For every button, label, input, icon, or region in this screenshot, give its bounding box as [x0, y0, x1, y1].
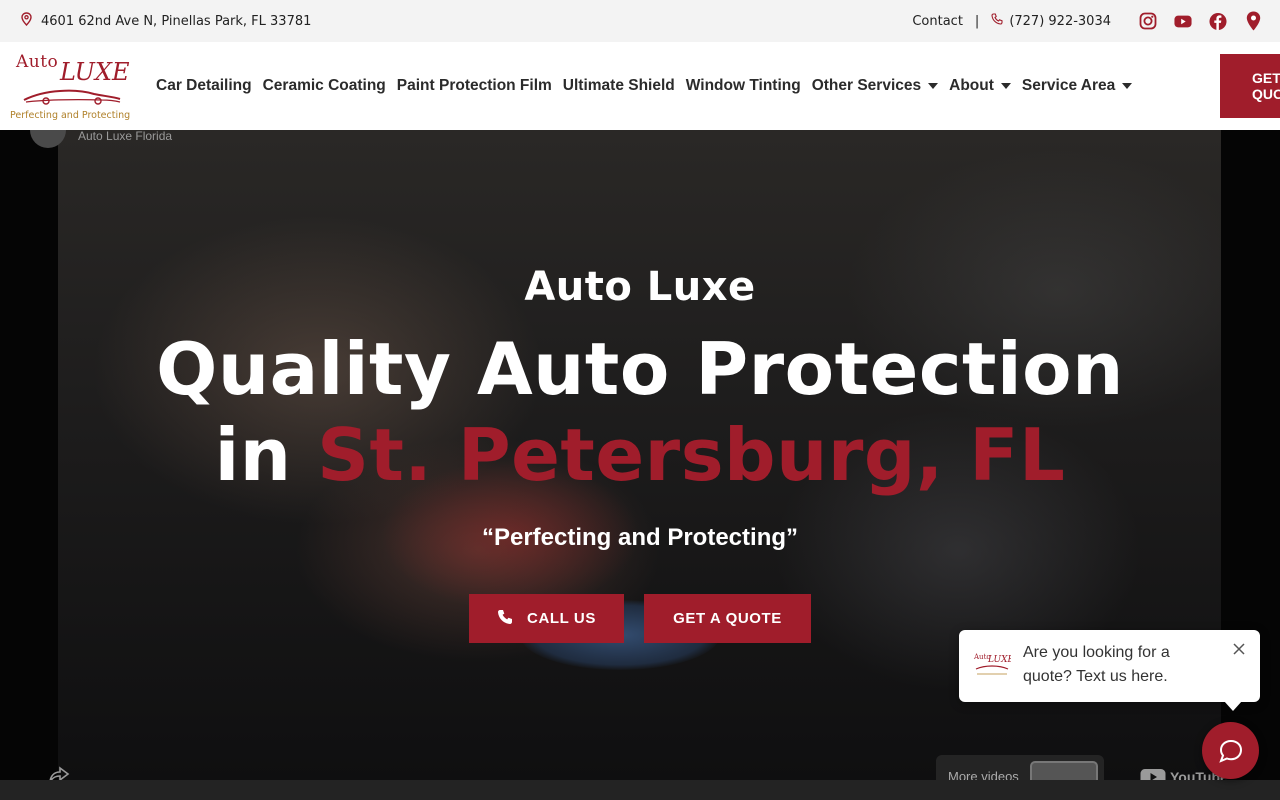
- video-channel-info[interactable]: Auto Luxe Florida: [30, 130, 172, 148]
- nav-item-window-tinting[interactable]: Window Tinting: [686, 77, 801, 95]
- youtube-icon[interactable]: [1174, 12, 1192, 30]
- site-header: Auto LUXE Perfecting and Protecting Car …: [0, 42, 1280, 130]
- phone-icon: [991, 13, 1003, 29]
- cta-line-1: GET: [1252, 70, 1280, 86]
- get-a-quote-button[interactable]: GET A QUOTE: [644, 594, 811, 643]
- bottom-strip: [0, 780, 1280, 800]
- hero-buttons: CALL US GET A QUOTE: [469, 594, 811, 643]
- logo-word-auto: Auto: [16, 52, 59, 72]
- hero-kicker: Auto Luxe: [524, 264, 756, 310]
- close-icon[interactable]: [1232, 642, 1246, 656]
- logo-tagline: Perfecting and Protecting: [10, 110, 131, 121]
- phone-icon: [497, 609, 513, 629]
- more-videos-button[interactable]: More videos: [936, 755, 1104, 780]
- caret-down-icon: [928, 83, 939, 89]
- share-icon[interactable]: [48, 766, 70, 780]
- nav-label: About: [949, 77, 994, 94]
- headline-line-2: in St. Petersburg, FL: [0, 412, 1280, 498]
- social-links: [1139, 11, 1262, 31]
- nav-item-ultimate-shield[interactable]: Ultimate Shield: [563, 77, 675, 95]
- address[interactable]: 4601 62nd Ave N, Pinellas Park, FL 33781: [20, 12, 311, 30]
- instagram-icon[interactable]: [1139, 12, 1157, 30]
- headline-in: in: [214, 413, 292, 497]
- svg-text:LUXE: LUXE: [987, 655, 1011, 665]
- video-thumbnail: [1030, 761, 1098, 780]
- phone-number: (727) 922-3034: [1009, 13, 1111, 29]
- more-videos-label: More videos: [948, 769, 1019, 780]
- chat-popup[interactable]: Auto LUXE Are you looking for a quote? T…: [959, 630, 1260, 711]
- topbar-phone-link[interactable]: (727) 922-3034: [991, 13, 1111, 29]
- hero-tagline: “Perfecting and Protecting”: [481, 524, 799, 551]
- chat-message: Are you looking for a quote? Text us her…: [1023, 644, 1170, 685]
- nav-item-about[interactable]: About: [949, 77, 1011, 95]
- get-a-quote-label: GET A QUOTE: [673, 610, 782, 627]
- nav-label: Ultimate Shield: [562, 77, 675, 94]
- nav-item-service-area[interactable]: Service Area: [1021, 77, 1133, 95]
- top-info-bar: 4601 62nd Ave N, Pinellas Park, FL 33781…: [0, 0, 1280, 42]
- nav-item-ceramic-coating[interactable]: Ceramic Coating: [263, 77, 386, 95]
- cta-line-2: QUO: [1252, 86, 1280, 102]
- location-pin-icon: [20, 12, 33, 30]
- nav-item-other-services[interactable]: Other Services: [811, 77, 939, 95]
- nav-label: Window Tinting: [685, 77, 801, 94]
- channel-name: Auto Luxe Florida: [78, 130, 173, 143]
- call-us-label: CALL US: [527, 610, 596, 627]
- separator: |: [974, 13, 980, 29]
- map-pin-icon[interactable]: [1244, 11, 1262, 31]
- nav-label: Service Area: [1021, 77, 1116, 94]
- nav-label: Other Services: [811, 77, 922, 94]
- header-get-quote-button[interactable]: GET QUO: [1220, 54, 1280, 118]
- headline-location: St. Petersburg, FL: [317, 413, 1066, 497]
- car-silhouette-icon: [23, 89, 121, 105]
- nav-item-car-detailing[interactable]: Car Detailing: [156, 77, 252, 95]
- nav-label: Car Detailing: [156, 77, 252, 94]
- youtube-play-icon: [1140, 769, 1166, 780]
- facebook-icon[interactable]: [1209, 12, 1227, 30]
- channel-avatar: [30, 130, 66, 148]
- caret-down-icon: [1122, 83, 1133, 89]
- chat-launcher-button[interactable]: [1202, 722, 1259, 779]
- main-nav: Car Detailing Ceramic Coating Paint Prot…: [156, 42, 1133, 130]
- chat-logo-icon: Auto LUXE: [973, 653, 1011, 675]
- nav-label: Ceramic Coating: [262, 77, 386, 94]
- nav-item-paint-protection-film[interactable]: Paint Protection Film: [397, 77, 552, 95]
- call-us-button[interactable]: CALL US: [469, 594, 624, 643]
- contact-link[interactable]: Contact: [912, 14, 963, 29]
- chat-bubble-icon: [1218, 739, 1242, 763]
- address-text: 4601 62nd Ave N, Pinellas Park, FL 33781: [41, 13, 312, 29]
- site-logo[interactable]: Auto LUXE Perfecting and Protecting: [8, 48, 134, 124]
- hero-headline: Quality Auto Protection in St. Petersbur…: [0, 326, 1280, 498]
- nav-label: Paint Protection Film: [396, 77, 552, 94]
- headline-line-1: Quality Auto Protection: [156, 327, 1124, 411]
- caret-down-icon: [1000, 83, 1011, 89]
- logo-word-luxe: LUXE: [60, 58, 130, 86]
